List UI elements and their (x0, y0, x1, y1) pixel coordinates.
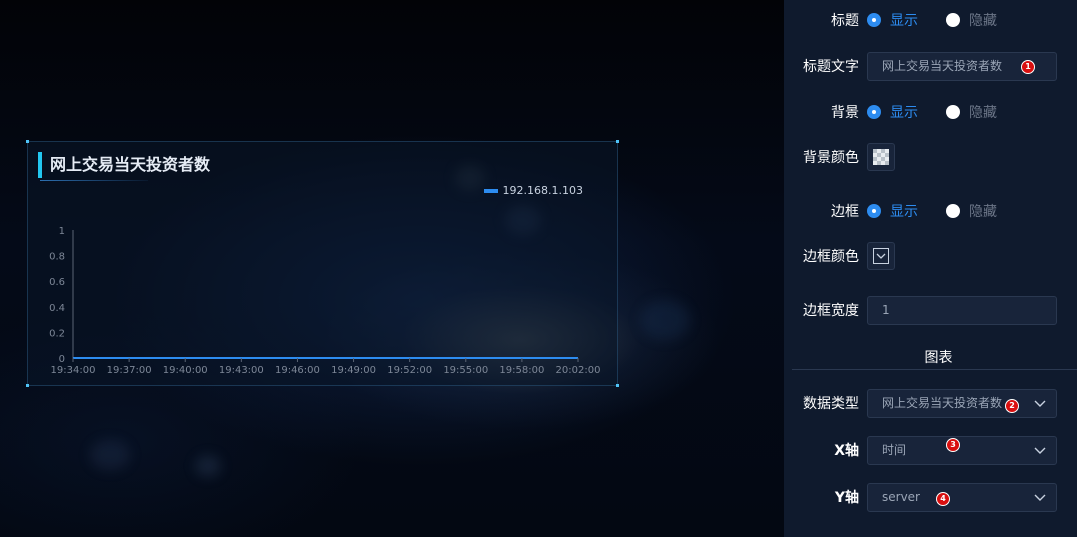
background-color-picker[interactable] (867, 143, 895, 171)
title-text-row: 标题文字 网上交易当天投资者数 1 (784, 50, 1077, 82)
annotation-badge-2: 2 (1005, 399, 1019, 413)
x-tick-label: 19:58:00 (499, 365, 544, 376)
x-axis-row: X轴 时间 3 (784, 434, 1077, 466)
properties-panel: 标题 显示 隐藏 标题文字 网上交易当天投资者数 1 背景 显示 隐藏 背景颜色… (784, 0, 1077, 537)
title-visibility-label: 标题 (831, 13, 859, 29)
border-color-row: 边框颜色 (784, 240, 1077, 272)
title-hide-radio[interactable]: 隐藏 (946, 10, 997, 30)
radio-checked-icon (867, 105, 881, 119)
x-tick-label: 19:34:00 (51, 365, 96, 376)
bokeh-light (195, 455, 221, 477)
y-tick-label: 1 (59, 226, 65, 237)
data-type-value: 网上交易当天投资者数 (882, 396, 1003, 410)
chevron-down-icon (1034, 447, 1046, 454)
data-type-label: 数据类型 (803, 396, 859, 412)
x-tick-label: 19:46:00 (275, 365, 320, 376)
bokeh-light (90, 440, 130, 470)
x-tick-label: 19:37:00 (107, 365, 152, 376)
border-hide-label: 隐藏 (969, 204, 997, 220)
y-axis-select[interactable]: server (867, 483, 1057, 512)
y-axis-value: server (882, 490, 920, 504)
border-hide-radio[interactable]: 隐藏 (946, 201, 997, 221)
title-hide-label: 隐藏 (969, 13, 997, 29)
border-show-radio[interactable]: 显示 (867, 201, 918, 221)
title-show-radio[interactable]: 显示 (867, 10, 918, 30)
border-width-input[interactable]: 1 (867, 296, 1057, 325)
x-tick-label: 19:55:00 (443, 365, 488, 376)
border-visibility-radio-group: 显示 隐藏 (867, 201, 1025, 221)
border-color-picker[interactable] (867, 242, 895, 270)
y-tick-label: 0.4 (49, 303, 65, 314)
chevron-down-icon (1034, 494, 1046, 501)
chart-plot: 1 0.8 0.6 0.4 0.2 019:34:00 19:37:00 19:40:00 19… (49, 226, 601, 376)
x-axis-value: 时间 (882, 443, 907, 457)
annotation-badge-1: 1 (1021, 60, 1035, 74)
border-show-label: 显示 (890, 204, 918, 220)
y-tick-label: 0.2 (49, 328, 65, 339)
background-hide-label: 隐藏 (969, 105, 997, 121)
radio-checked-icon (867, 204, 881, 218)
x-tick-label: 20:02:00 (556, 365, 601, 376)
bokeh-light (640, 300, 690, 340)
chevron-down-icon (873, 248, 889, 264)
background-show-radio[interactable]: 显示 (867, 102, 918, 122)
radio-unchecked-icon (946, 204, 960, 218)
y-tick-label: 0.6 (49, 277, 65, 288)
x-tick-label: 19:49:00 (331, 365, 376, 376)
annotation-badge-4: 4 (936, 492, 950, 506)
annotation-badge-3: 3 (946, 438, 960, 452)
line-chart-widget[interactable]: 网上交易当天投资者数 192.168.1.103 1 0.8 0.6 0.4 0.2 0 1… (26, 140, 619, 387)
transparent-swatch-icon (873, 149, 889, 165)
border-width-row: 边框宽度 1 (784, 294, 1077, 326)
background-hide-radio[interactable]: 隐藏 (946, 102, 997, 122)
border-visibility-row: 边框 显示 隐藏 (784, 195, 1077, 227)
border-visibility-label: 边框 (831, 204, 859, 220)
y-axis-row: Y轴 server 4 (784, 481, 1077, 513)
background-color-row: 背景颜色 (784, 141, 1077, 173)
x-axis-label: X轴 (834, 443, 859, 459)
radio-checked-icon (867, 13, 881, 27)
border-color-label: 边框颜色 (803, 249, 859, 265)
radio-unchecked-icon (946, 13, 960, 27)
chart-section-title: 图表 (924, 350, 953, 366)
dashboard-canvas: 网上交易当天投资者数 192.168.1.103 1 0.8 0.6 0.4 0.2 0 1… (0, 0, 784, 537)
data-type-row: 数据类型 网上交易当天投资者数 2 (784, 387, 1077, 419)
background-visibility-label: 背景 (831, 105, 859, 121)
background-visibility-radio-group: 显示 隐藏 (867, 102, 1025, 122)
title-visibility-radio-group: 显示 隐藏 (867, 10, 1025, 30)
x-tick-label: 19:40:00 (163, 365, 208, 376)
title-visibility-row: 标题 显示 隐藏 (784, 4, 1077, 36)
title-text-label: 标题文字 (803, 59, 859, 75)
border-width-label: 边框宽度 (803, 303, 859, 319)
radio-unchecked-icon (946, 105, 960, 119)
y-tick-label: 0.8 (49, 252, 65, 263)
y-axis-label: Y轴 (834, 490, 859, 506)
data-type-select[interactable]: 网上交易当天投资者数 (867, 389, 1057, 418)
x-axis-select[interactable]: 时间 (867, 436, 1057, 465)
title-show-label: 显示 (890, 13, 918, 29)
x-tick-label: 19:52:00 (387, 365, 432, 376)
background-show-label: 显示 (890, 105, 918, 121)
x-tick-label: 19:43:00 (219, 365, 264, 376)
section-divider (792, 369, 1077, 370)
background-visibility-row: 背景 显示 隐藏 (784, 96, 1077, 128)
background-color-label: 背景颜色 (803, 150, 859, 166)
y-tick-label: 0 (59, 354, 65, 365)
chevron-down-icon (1034, 400, 1046, 407)
